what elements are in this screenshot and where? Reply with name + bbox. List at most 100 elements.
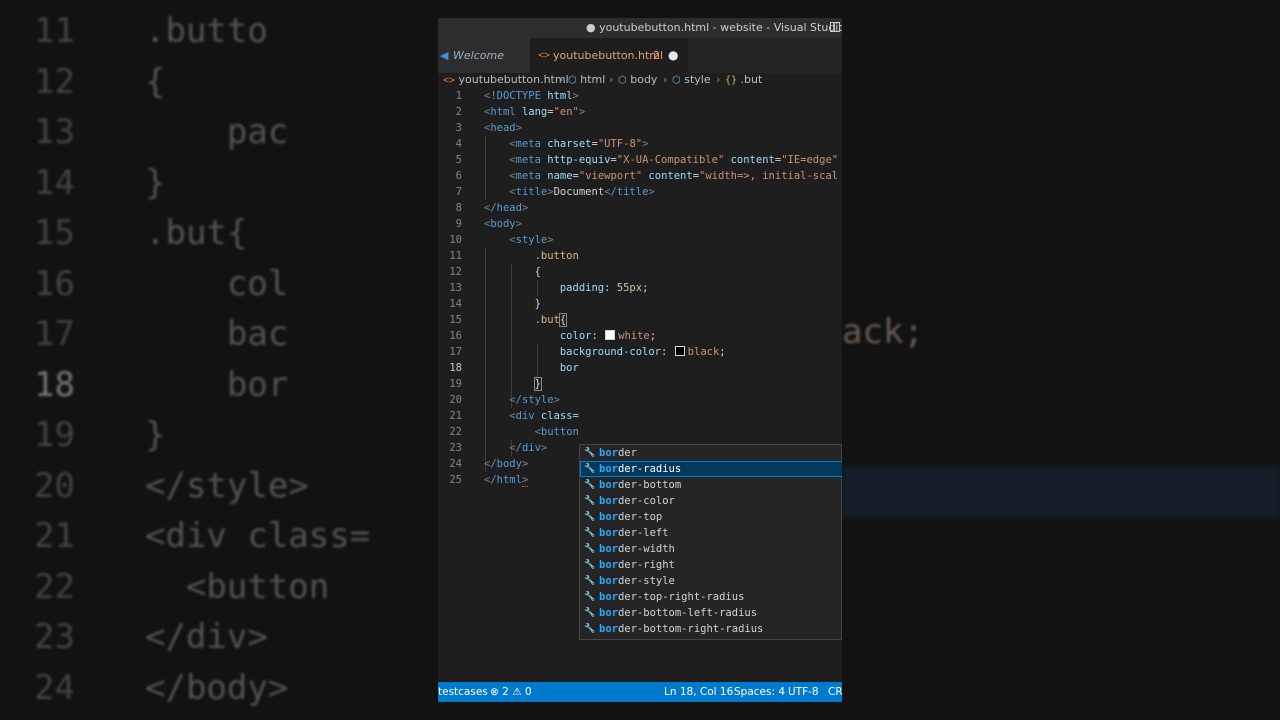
background-code-text: col [145,263,289,304]
background-code-text: } [145,162,166,203]
line-number: 16 [449,330,462,342]
breadcrumb-html[interactable]: ⬡ html [568,73,605,87]
background-line-number: 14 [34,162,75,203]
line-number: 7 [455,186,462,198]
code-token: .button [534,250,579,262]
unsaved-indicator[interactable]: ● [668,38,678,73]
code-text: </style> [509,394,560,406]
suggestion-label: border-bottom [599,477,681,493]
breadcrumb-selector[interactable]: {} .but [725,73,762,87]
background-code-text: } [145,415,166,455]
breadcrumb-body[interactable]: ⬡ body [618,73,657,87]
code-token: .but [534,314,560,326]
suggestion-item[interactable]: 🔧 border-bottom [580,477,842,493]
suggestion-item[interactable]: 🔧 border-top-right-radius [580,589,842,605]
code-editor[interactable]: 1 <!DOCTYPE html> 2 <html lang="en"> 3 <hea… [438,88,842,648]
line-number: 12 [449,266,462,278]
line-number: 5 [455,154,462,166]
suggestion-label: border-color [599,493,675,509]
code-token: color [559,330,592,342]
selector-icon: {} [725,75,738,86]
suggestion-item[interactable]: 🔧 border-width [580,541,842,557]
wrench-property-icon: 🔧 [584,544,596,554]
suggestion-item[interactable]: 🔧 border-color [580,493,842,509]
code-line: 7 <title>Document</title> [438,184,842,200]
background-code-text: bor [145,364,289,405]
suggestion-item[interactable]: 🔧 border-bottom-left-radius [580,605,842,621]
wrench-property-icon: 🔧 [584,592,596,602]
suggestion-match: bor [599,575,618,587]
warning-icon: ⚠ [512,686,522,698]
tab-youtubebutton-html[interactable]: <> youtubebutton.html 2 ● [530,38,688,73]
suggestion-match: bor [599,479,618,491]
suggestion-item[interactable]: 🔧 border-radius [580,461,842,477]
code-text: </div> [509,442,548,454]
code-token: "IE=edge" [781,154,839,166]
code-text: </html> [484,474,529,487]
code-token: { [558,313,568,327]
background-code-text: { [145,61,166,102]
encoding[interactable]: UTF-8 [788,682,819,702]
autocomplete-suggest-widget[interactable]: 🔧 border 🔧 border-radius 🔧 border-bottom 🔧 bord… [579,444,842,640]
cursor-position[interactable]: Ln 18, Col 16 [664,682,733,702]
background-code-text: bac [145,314,289,354]
background-code-text: .but{ [145,213,248,253]
suggestion-label: border-radius [599,461,681,477]
code-line: 6 <meta name="viewport" content="width=>… [438,168,842,184]
suggestion-item[interactable]: 🔧 border-style [580,573,842,589]
toggle-layout-icon[interactable] [830,22,840,32]
breadcrumb-label: youtubebutton.html [458,73,569,86]
code-text: { [484,264,541,280]
suggestion-rest: der-bottom-right-radius [617,623,764,635]
tab-welcome[interactable]: ◀ Welcome [438,38,530,73]
breadcrumb-file[interactable]: <> youtubebutton.html [443,73,569,87]
html-file-icon: <> [538,50,551,61]
code-token: "X-UA-Compatible" [616,154,725,166]
code-line: 2 <html lang="en"> [438,104,842,120]
suggestion-item[interactable]: 🔧 border-left [580,525,842,541]
line-number: 24 [449,458,462,470]
code-token: button [540,426,579,438]
code-line: 15 .but{ [438,312,842,328]
code-token: meta [515,170,541,182]
element-icon: ⬡ [672,75,681,86]
problems-indicator[interactable]: ⊗ 2 ⚠ 0 [490,682,532,702]
status-left-label[interactable]: testcases [438,682,488,702]
code-text: <title>Document</title> [509,186,655,198]
wrench-property-icon: 🔧 [584,560,596,570]
wrench-property-icon: 🔧 [584,496,596,506]
vscode-window: ● youtubebutton.html - website - Visual … [438,18,842,702]
indentation[interactable]: Spaces: 4 [734,682,785,702]
code-token: /div [515,442,541,454]
code-line: 14 } [438,296,842,312]
background-line-number: 11 [34,11,75,51]
suggestion-rest: der-bottom [617,479,682,491]
code-text: padding: 55px; [559,282,649,294]
suggestion-match: bor [599,447,618,459]
suggestion-label: border-width [599,541,675,557]
chevron-right-icon: › [609,73,614,86]
end-of-line[interactable]: CR [828,682,842,702]
code-line: 8 </head> [438,200,842,216]
suggestion-rest: der-bottom-left-radius [617,607,758,619]
background-fragment: ack; [842,312,924,352]
code-token: html [547,90,573,102]
suggestion-item[interactable]: 🔧 border-bottom-right-radius [580,621,842,637]
warning-count: 0 [524,686,532,698]
background-line-number: 17 [34,314,75,354]
code-line: 17 background-color: black; [438,344,842,360]
breadcrumb-style[interactable]: ⬡ style [672,73,711,87]
code-text: <meta name="viewport" content="width=>, … [509,170,839,182]
suggestion-item[interactable]: 🔧 border [580,445,842,461]
code-token: class= [540,410,579,422]
suggestion-item[interactable]: 🔧 border-top [580,509,842,525]
line-number: 21 [449,410,462,422]
suggestion-label: border-style [599,573,675,589]
background-line-number: 22 [34,566,75,607]
suggestion-item[interactable]: 🔧 border-right [580,557,842,573]
code-text: <button [534,426,579,438]
color-swatch-white[interactable] [605,330,616,340]
color-swatch-black[interactable] [674,346,685,356]
breadcrumb-label: .but [740,73,763,86]
background-highlight-band [842,466,1280,518]
